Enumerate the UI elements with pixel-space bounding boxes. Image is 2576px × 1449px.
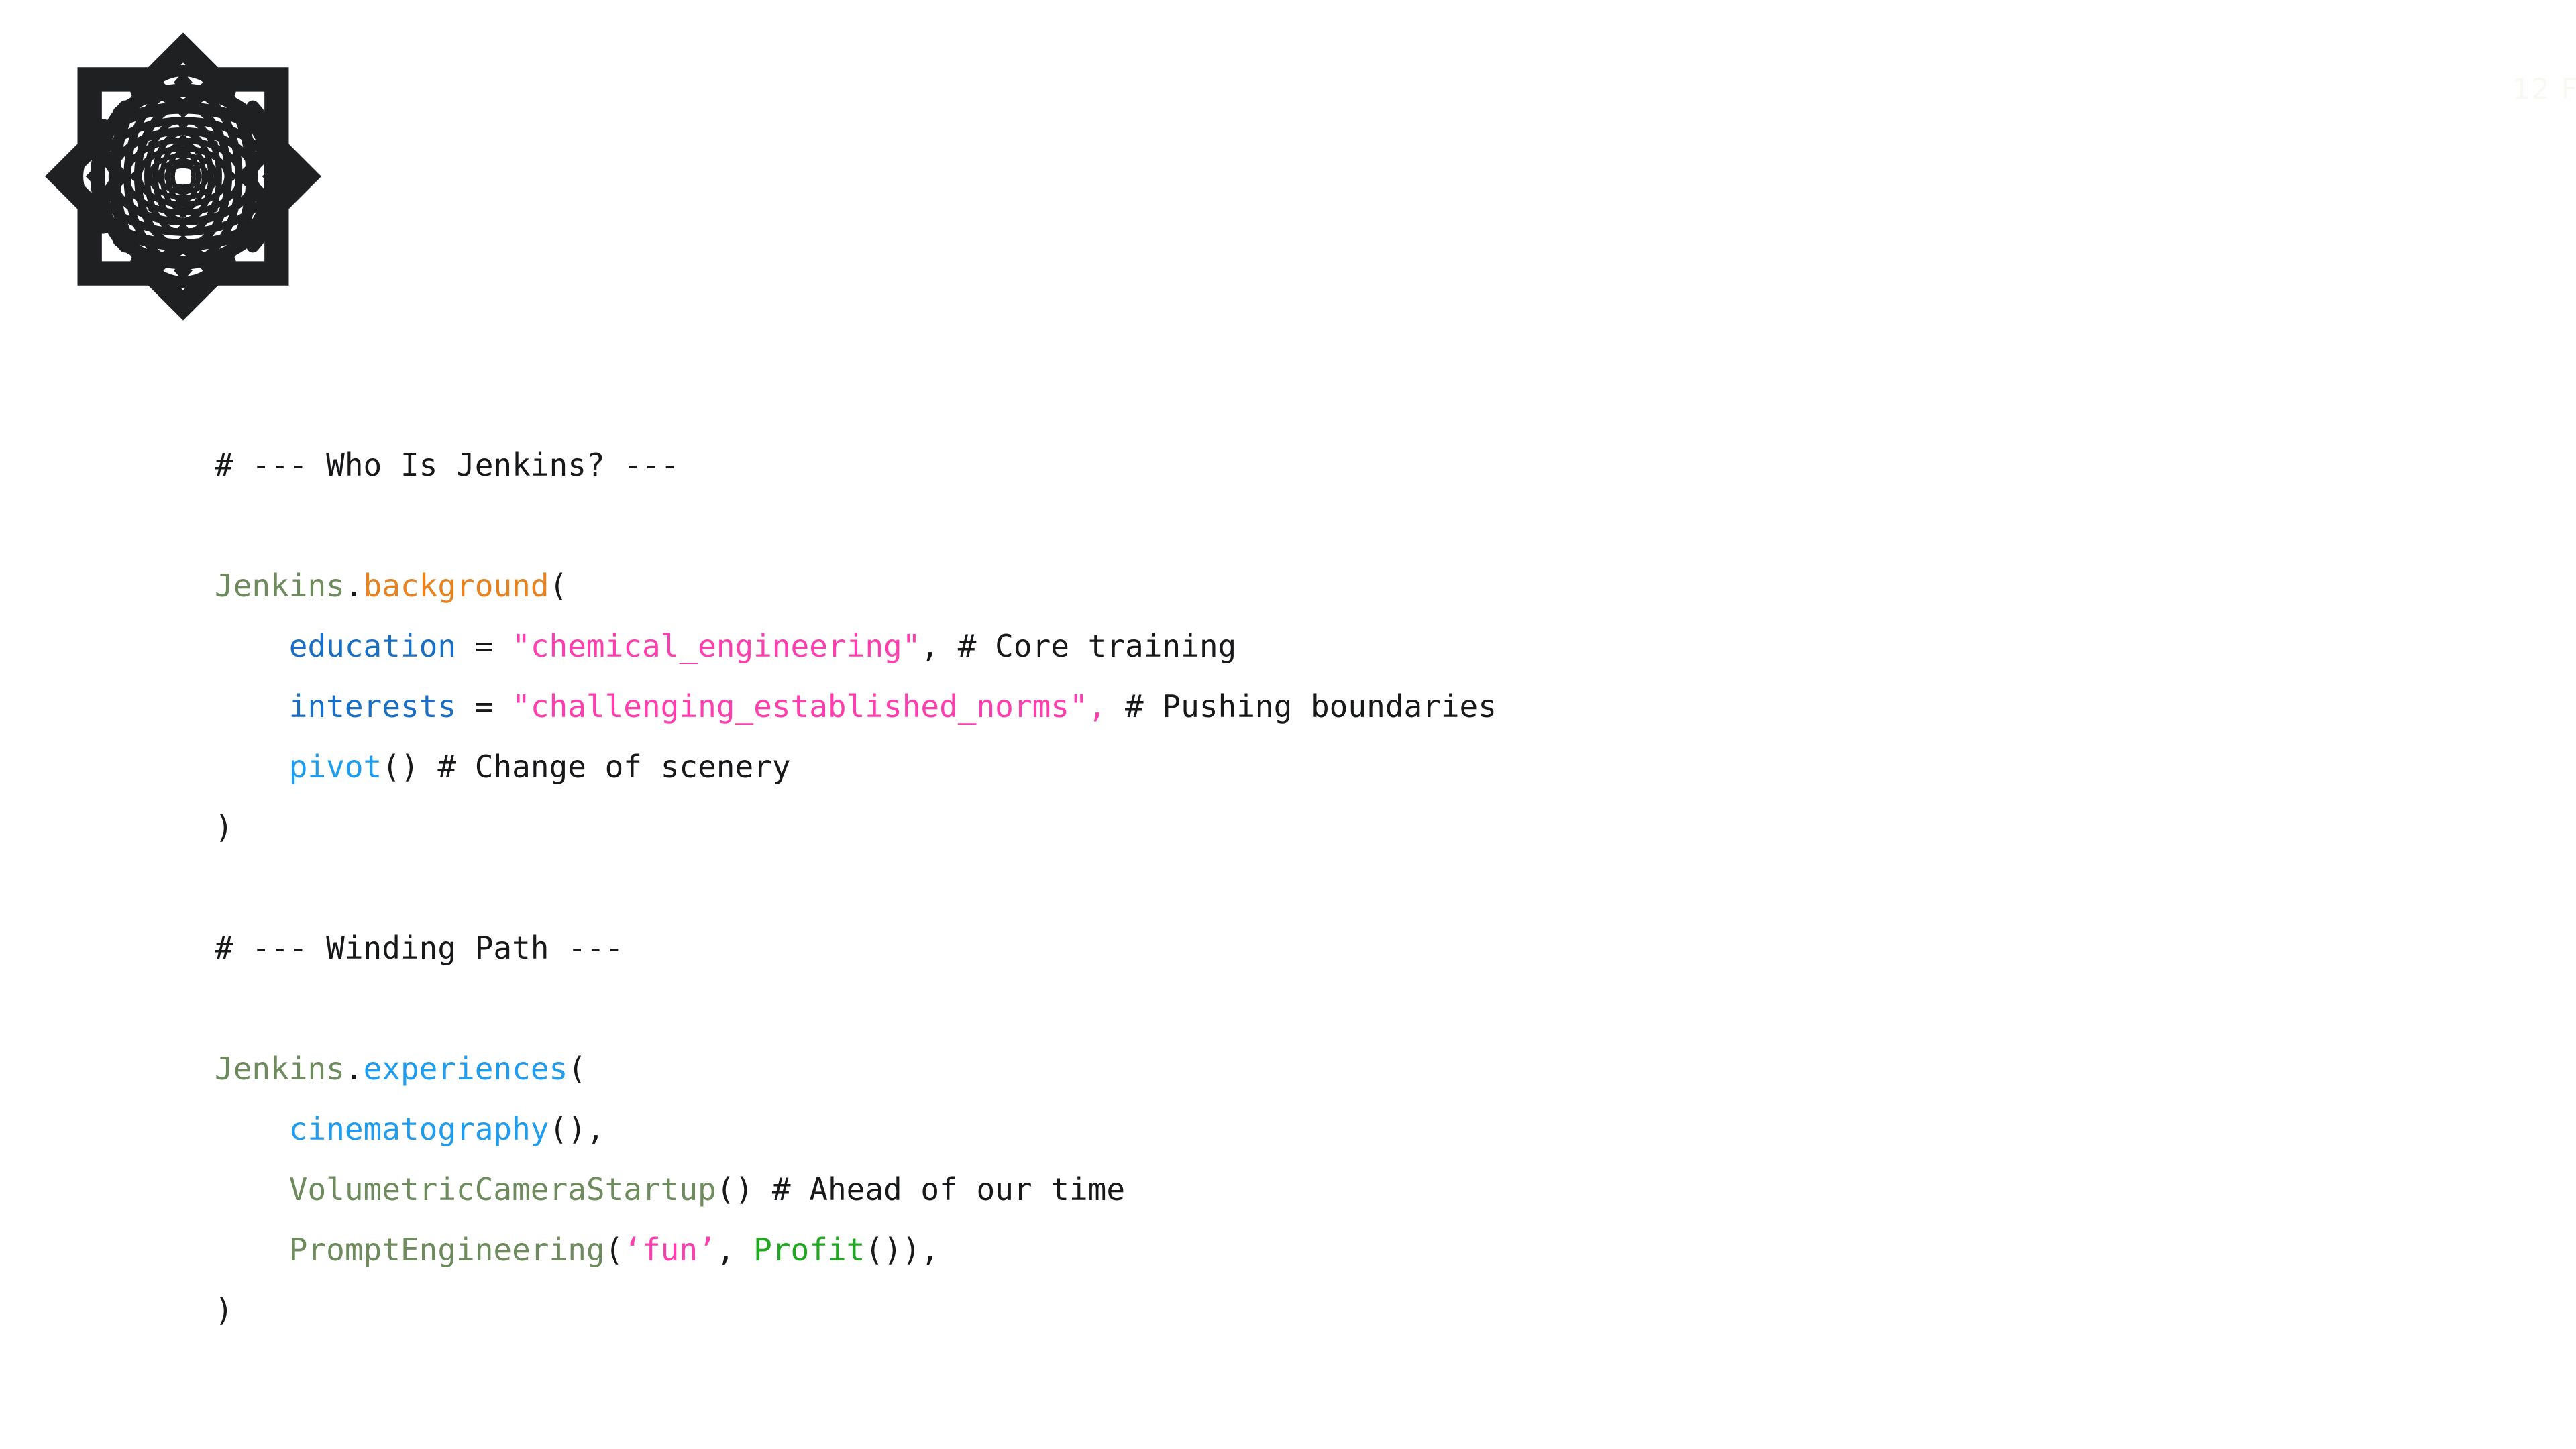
- code-line-arg-interests: interests = "challenging_established_nor…: [215, 676, 2496, 737]
- code-token: # Change of scenery: [437, 749, 791, 785]
- mandala-logo: [32, 12, 334, 341]
- code-token: (): [382, 749, 438, 785]
- code-token: Profit: [753, 1232, 865, 1268]
- code-token: # --- Who Is Jenkins? ---: [215, 447, 680, 483]
- code-token: ): [215, 1292, 233, 1328]
- code-token: PromptEngineering: [288, 1232, 605, 1268]
- code-token: ): [215, 809, 233, 845]
- code-line-arg-education: education = "chemical_engineering", # Co…: [215, 616, 2496, 676]
- code-line-blank-1: [215, 495, 2496, 555]
- code-block: # --- Who Is Jenkins? --- Jenkins.backgr…: [215, 435, 2496, 1340]
- code-token: (: [604, 1232, 624, 1268]
- code-token: Jenkins: [215, 568, 345, 604]
- code-line-call-background-open: Jenkins.background(: [215, 555, 2496, 616]
- code-line-exp-prompt-engineering: PromptEngineering(‘fun’, Profit()),: [215, 1220, 2496, 1280]
- code-token: =: [456, 688, 513, 724]
- code-line-call-background-close: ): [215, 797, 2496, 857]
- code-token: ()),: [865, 1232, 940, 1268]
- code-token: .: [344, 568, 364, 604]
- code-line-blank-2: [215, 857, 2496, 918]
- code-line-comment-who-is-jenkins: # --- Who Is Jenkins? ---: [215, 435, 2496, 495]
- code-token: pivot: [288, 749, 382, 785]
- code-line-call-experiences-close: ): [215, 1280, 2496, 1340]
- code-token: Jenkins: [215, 1051, 345, 1087]
- code-line-exp-volumetric: VolumetricCameraStartup() # Ahead of our…: [215, 1159, 2496, 1220]
- code-token: cinematography: [288, 1111, 549, 1147]
- code-line-exp-cinematography: cinematography(),: [215, 1099, 2496, 1159]
- code-token: # Ahead of our time: [771, 1171, 1126, 1208]
- corner-date-stamp: 12 FE: [2512, 72, 2576, 105]
- code-token: interests: [288, 688, 457, 724]
- code-token: (): [716, 1171, 772, 1208]
- code-token: # Pushing boundaries: [1125, 688, 1497, 724]
- code-token: (),: [549, 1111, 605, 1147]
- code-token: "challenging_established_norms",: [512, 688, 1107, 724]
- code-token: experiences: [363, 1051, 568, 1087]
- code-token: education: [288, 628, 457, 664]
- code-token: (: [568, 1051, 586, 1087]
- code-line-blank-3: [215, 978, 2496, 1038]
- code-token: ,: [920, 628, 958, 664]
- code-token: "chemical_engineering": [512, 628, 921, 664]
- code-token: VolumetricCameraStartup: [288, 1171, 716, 1208]
- code-token: # Core training: [957, 628, 1237, 664]
- code-token: ,: [716, 1232, 754, 1268]
- code-line-arg-pivot: pivot() # Change of scenery: [215, 737, 2496, 797]
- code-token: # --- Winding Path ---: [215, 930, 624, 966]
- code-line-comment-winding-path: # --- Winding Path ---: [215, 918, 2496, 978]
- code-line-call-experiences-open: Jenkins.experiences(: [215, 1038, 2496, 1099]
- code-token: .: [344, 1051, 364, 1087]
- code-token: =: [456, 628, 513, 664]
- code-token: background: [363, 568, 549, 604]
- code-token: (: [549, 568, 568, 604]
- code-token: ‘fun’: [623, 1232, 716, 1268]
